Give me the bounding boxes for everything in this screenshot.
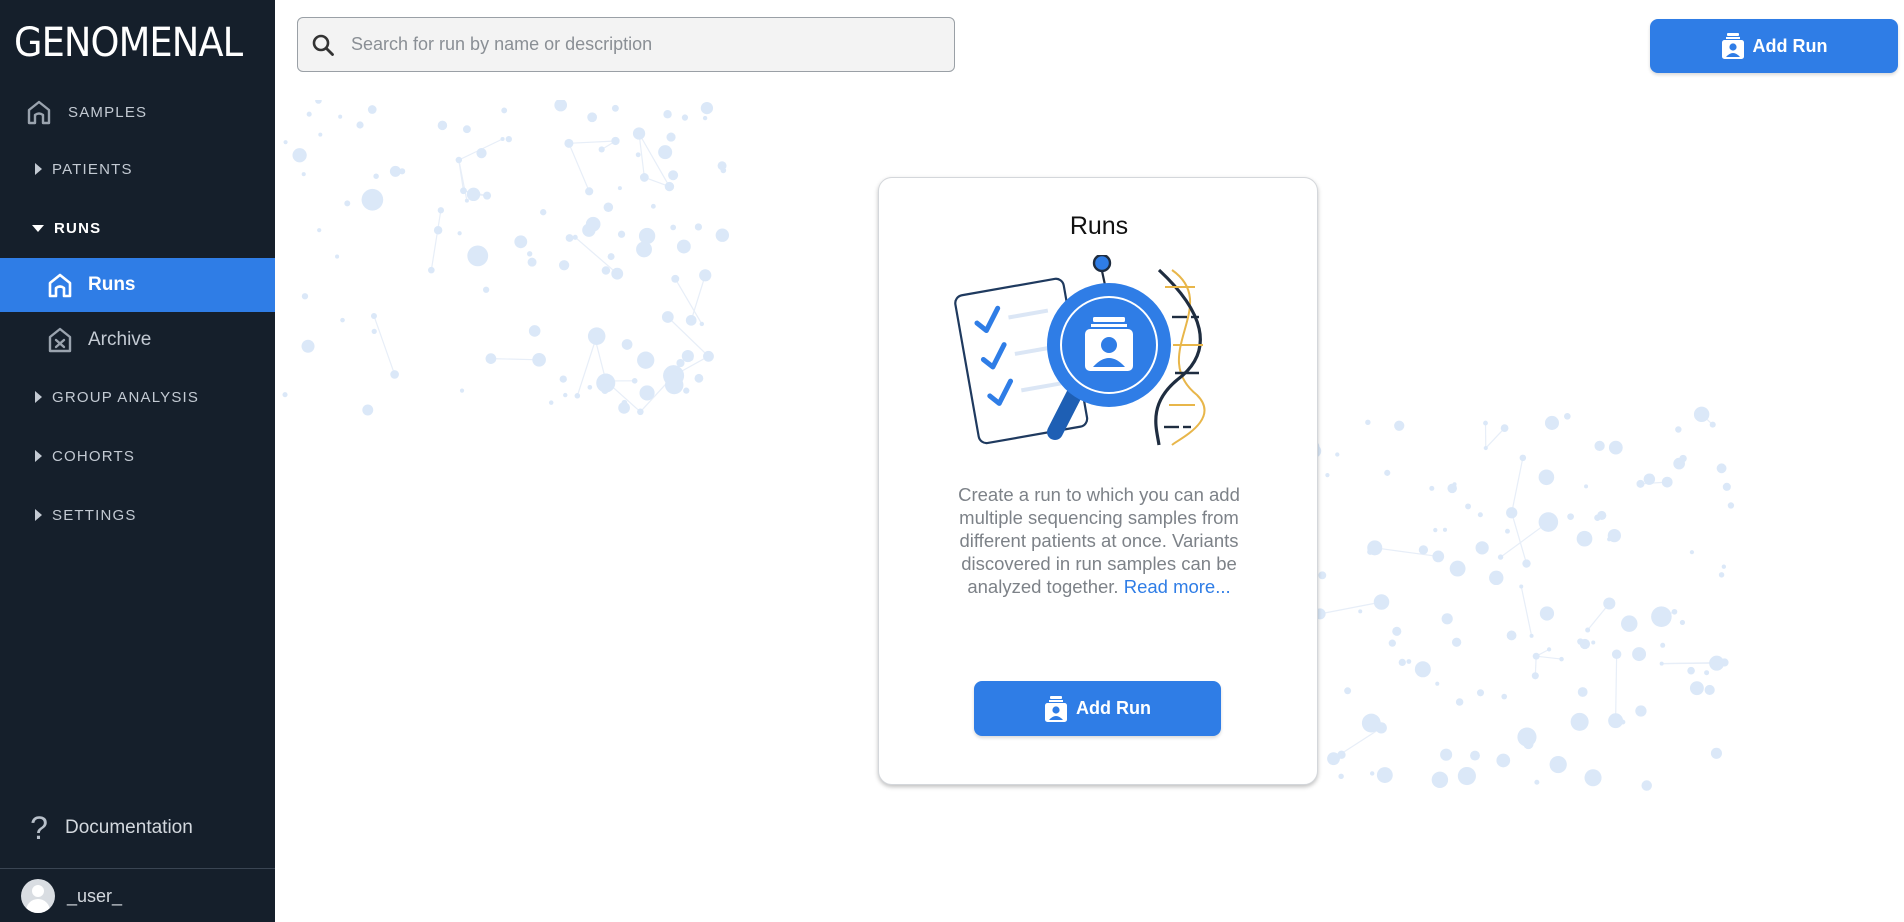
- sidebar-item-settings[interactable]: SETTINGS: [0, 495, 275, 535]
- chevron-down-icon: [32, 224, 44, 232]
- home-icon: [46, 271, 74, 299]
- home-icon: [25, 98, 53, 126]
- sidebar-item-label: RUNS: [54, 219, 102, 237]
- search-input[interactable]: [349, 33, 943, 56]
- archive-x-icon: [46, 326, 74, 354]
- sidebar-divider: [0, 868, 275, 869]
- search-icon: [311, 33, 335, 57]
- chevron-right-icon: [35, 509, 42, 521]
- empty-state-card: Runs Create a run to which you can add m…: [878, 177, 1318, 785]
- search-box[interactable]: [297, 17, 955, 72]
- add-run-card-label: Add Run: [1076, 698, 1151, 718]
- read-more-link[interactable]: Read more...: [1124, 576, 1231, 597]
- sidebar-item-label: GROUP ANALYSIS: [52, 388, 200, 406]
- sample-add-icon: [1044, 695, 1068, 723]
- sidebar-item-archive[interactable]: Archive: [0, 313, 275, 367]
- add-run-card-button[interactable]: Add Run: [974, 681, 1221, 736]
- sidebar: GENOMENAL SAMPLES PATIENTS RUNS Runs Arc…: [0, 0, 275, 922]
- empty-state-title: Runs: [1069, 212, 1129, 240]
- sidebar-item-runs-list[interactable]: Runs: [0, 258, 275, 312]
- sidebar-item-patients[interactable]: PATIENTS: [0, 149, 275, 189]
- user-menu[interactable]: _user_: [0, 878, 275, 914]
- question-icon: ?: [30, 809, 48, 846]
- sample-add-icon: [1721, 32, 1745, 60]
- chevron-right-icon: [35, 391, 42, 403]
- sidebar-item-label: SAMPLES: [68, 103, 148, 121]
- documentation-link[interactable]: ? Documentation: [0, 808, 275, 848]
- add-run-button[interactable]: Add Run: [1650, 19, 1898, 73]
- sidebar-item-label: Runs: [88, 274, 136, 295]
- add-run-label: Add Run: [1752, 35, 1828, 56]
- runs-illustration-icon: [947, 253, 1247, 465]
- sidebar-item-label: PATIENTS: [52, 160, 133, 178]
- user-name: _user_: [67, 885, 123, 906]
- sidebar-item-label: COHORTS: [52, 447, 136, 465]
- sidebar-item-samples[interactable]: SAMPLES: [0, 92, 275, 132]
- chevron-right-icon: [35, 163, 42, 175]
- documentation-label: Documentation: [65, 817, 193, 838]
- app-logo[interactable]: GENOMENAL: [14, 20, 243, 66]
- sidebar-item-label: SETTINGS: [52, 506, 137, 524]
- sidebar-item-cohorts[interactable]: COHORTS: [0, 436, 275, 476]
- empty-state-description: Create a run to which you can add multip…: [929, 483, 1269, 598]
- avatar: [21, 879, 55, 913]
- sidebar-item-group-analysis[interactable]: GROUP ANALYSIS: [0, 377, 275, 417]
- sidebar-item-label: Archive: [88, 329, 152, 350]
- chevron-right-icon: [35, 450, 42, 462]
- sidebar-item-runs[interactable]: RUNS: [0, 208, 275, 248]
